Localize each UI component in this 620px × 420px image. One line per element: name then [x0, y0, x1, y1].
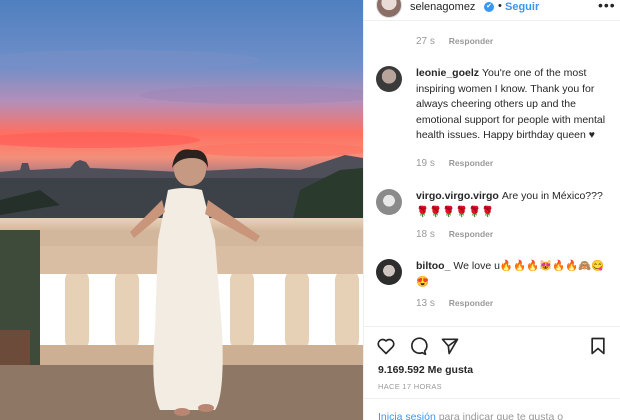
reply-button[interactable]: Responder [449, 36, 493, 46]
likes-number: 9.169.592 [378, 364, 425, 376]
post-photo[interactable] [0, 0, 363, 420]
comment-icon[interactable] [408, 336, 428, 356]
commenter-avatar[interactable] [376, 189, 402, 215]
follow-button[interactable]: Seguir [505, 1, 539, 13]
author-username[interactable]: selenagomez [410, 1, 475, 13]
separator-dot: • [498, 0, 502, 12]
more-options-icon[interactable]: ••• [598, 0, 616, 13]
comment-meta: 18 s Responder [416, 229, 493, 240]
commenter-avatar[interactable] [376, 66, 402, 92]
comment-body: biltoo_ We love u🔥🔥🔥😻🔥🔥🙈😋😍 [416, 259, 606, 290]
comment-time[interactable]: 27 s [416, 36, 446, 47]
likes-count[interactable]: 9.169.592 Me gusta [378, 364, 473, 376]
post-time: HACE 17 HORAS [378, 382, 442, 391]
bookmark-icon[interactable] [588, 336, 608, 356]
comment-time[interactable]: 18 s [416, 229, 446, 240]
post-header: selenagomez ✔ • Seguir ••• [364, 0, 620, 20]
commenter-username[interactable]: leonie_goelz [416, 67, 479, 79]
author-avatar[interactable] [376, 0, 402, 18]
reply-button[interactable]: Responder [449, 298, 493, 308]
login-prompt: Inicia sesión para indicar que te gusta … [378, 411, 563, 420]
heart-icon[interactable] [376, 336, 396, 356]
login-link[interactable]: Inicia sesión [378, 411, 436, 420]
reply-button[interactable]: Responder [449, 158, 493, 168]
header-divider [364, 20, 620, 21]
post-image [0, 0, 363, 420]
comment-meta: 27 s Responder [416, 36, 493, 47]
comment-time[interactable]: 19 s [416, 158, 446, 169]
post-side-panel: selenagomez ✔ • Seguir ••• 27 s Responde… [363, 0, 620, 420]
comment-body: virgo.virgo.virgo Are you in México??? 🌹🌹… [416, 189, 606, 220]
commenter-username[interactable]: virgo.virgo.virgo [416, 190, 499, 202]
verified-badge-icon: ✔ [484, 2, 494, 12]
comment-body: leonie_goelz You're one of the most inspi… [416, 66, 614, 144]
reply-button[interactable]: Responder [449, 229, 493, 239]
actions-divider [364, 326, 620, 327]
commenter-username[interactable]: biltoo_ [416, 260, 450, 272]
login-prompt-text: para indicar que te gusta o [438, 411, 564, 420]
share-icon[interactable] [440, 336, 460, 356]
footer-divider [364, 398, 620, 399]
comment-time[interactable]: 13 s [416, 298, 446, 309]
post-actions [376, 336, 611, 358]
comment-meta: 19 s Responder [416, 158, 493, 169]
commenter-avatar[interactable] [376, 259, 402, 285]
likes-label: Me gusta [427, 364, 474, 376]
comment-meta: 13 s Responder [416, 298, 493, 309]
